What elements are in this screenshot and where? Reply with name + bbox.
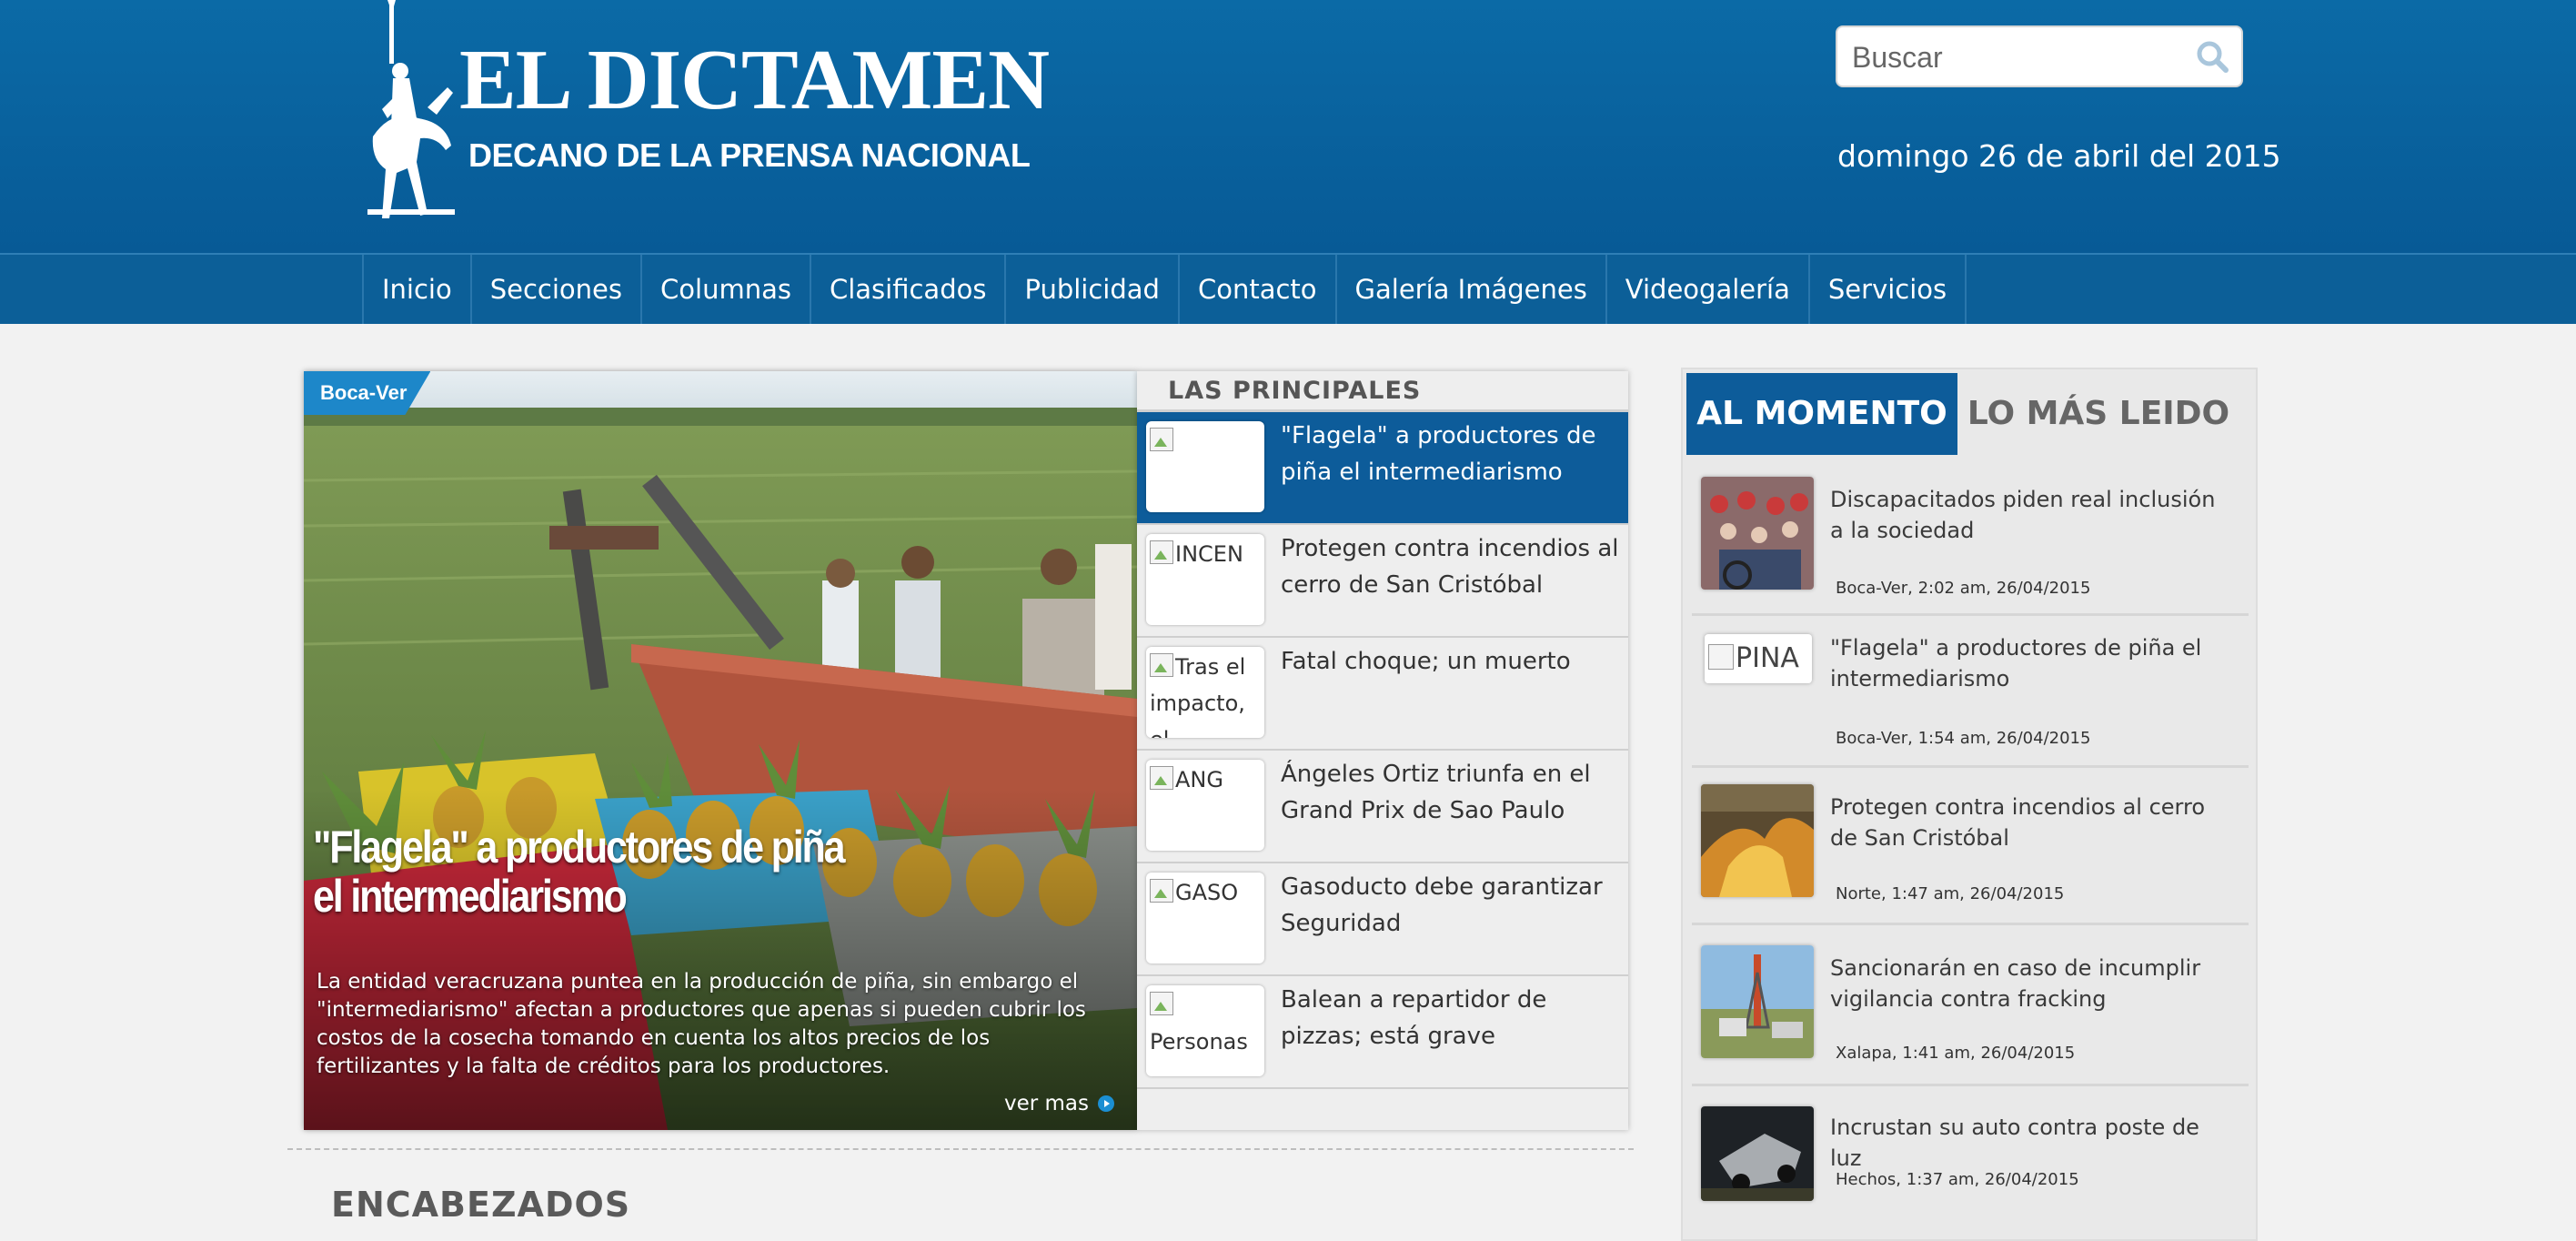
list-item[interactable]: ANG Ángeles Ortiz triunfa en el Grand Pr… [1137, 751, 1628, 863]
section-divider [287, 1148, 1634, 1150]
story-title: Fatal choque; un muerto [1281, 648, 1571, 675]
story-title: "Flagela" a productores de piña el inter… [1281, 422, 1596, 486]
list-item[interactable]: Sancionarán en caso de incumplir vigilan… [1692, 925, 2249, 1086]
read-more-link[interactable]: ver mas [1004, 1092, 1115, 1115]
list-item[interactable]: Incrustan su auto contra poste de luz He… [1692, 1086, 2249, 1214]
nav-item-galeria[interactable]: Galería Imágenes [1334, 255, 1605, 324]
news-thumbnail [1701, 945, 1814, 1058]
featured-story-description: La entidad veracruzana puntea en la prod… [317, 970, 1086, 1078]
broken-image-icon [1150, 653, 1173, 677]
story-title: Protegen contra incendios al cerro de Sa… [1281, 535, 1619, 599]
thumbnail-alt-text: GASO [1175, 880, 1239, 905]
nav-item-inicio[interactable]: Inicio [362, 255, 470, 324]
news-meta: Hechos, 1:37 am, 26/04/2015 [1836, 1170, 2079, 1189]
search-icon[interactable] [2196, 40, 2230, 79]
news-meta: Xalapa, 1:41 am, 26/04/2015 [1836, 1044, 2076, 1063]
story-thumbnail: Personas [1146, 985, 1264, 1076]
nav-item-secciones[interactable]: Secciones [469, 255, 640, 324]
nav-item-clasificados[interactable]: Clasificados [809, 255, 1005, 324]
site-header: EL DICTAMEN DECANO DE LA PRENSA NACIONAL… [0, 0, 2576, 253]
list-item[interactable]: Discapacitados piden real inclusión a la… [1692, 468, 2249, 616]
broken-image-icon [1150, 879, 1173, 903]
list-item[interactable]: Protegen contra incendios al cerro de Sa… [1692, 768, 2249, 925]
news-thumbnail [1701, 784, 1814, 897]
featured-story-title[interactable]: "Flagela" a productores de piña el inter… [313, 822, 860, 921]
thumbnail-alt-text: Personas [1150, 1029, 1248, 1054]
site-title: EL DICTAMEN [459, 33, 1050, 127]
latest-news-list: Discapacitados piden real inclusión a la… [1692, 468, 2249, 1214]
broken-image-icon [1150, 428, 1173, 451]
story-thumbnail: Tras el impacto, el [1146, 647, 1264, 738]
news-meta: Boca-Ver, 2:02 am, 26/04/2015 [1836, 579, 2091, 598]
list-item[interactable]: INCEN Protegen contra incendios al cerro… [1137, 525, 1628, 638]
search-box [1836, 25, 2243, 87]
thumbnail-alt-text: INCEN [1175, 541, 1243, 567]
list-item[interactable]: Tras el impacto, el Fatal choque; un mue… [1137, 638, 1628, 751]
thumbnail-alt-text: PINA [1736, 642, 1799, 674]
tab-lo-mas-leido[interactable]: LO MÁS LEIDO [1957, 373, 2239, 455]
news-meta: Boca-Ver, 1:54 am, 26/04/2015 [1836, 729, 2091, 748]
nav-item-publicidad[interactable]: Publicidad [1004, 255, 1177, 324]
nav-item-videogaleria[interactable]: Videogalería [1605, 255, 1808, 324]
broken-image-icon [1150, 540, 1173, 564]
headlines-heading: ENCABEZADOS [331, 1185, 631, 1225]
news-thumbnail: PINA [1705, 634, 1812, 683]
current-date: domingo 26 de abril del 2015 [1837, 138, 2281, 174]
news-meta: Norte, 1:47 am, 26/04/2015 [1836, 884, 2065, 903]
news-title: Incrustan su auto contra poste de luz [1830, 1115, 2199, 1171]
latest-news-sidebar: AL MOMENTO LO MÁS LEIDO Discapacitados p… [1681, 368, 2258, 1241]
thumbnail-alt-text: ANG [1175, 767, 1223, 792]
tab-al-momento[interactable]: AL MOMENTO [1686, 373, 1957, 455]
news-thumbnail [1701, 477, 1814, 590]
news-title: Sancionarán en caso de incumplir vigilan… [1830, 955, 2201, 1012]
nav-item-columnas[interactable]: Columnas [640, 255, 810, 324]
news-title: "Flagela" a productores de piña el inter… [1830, 635, 2202, 691]
search-input[interactable] [1850, 33, 2181, 82]
top-stories-heading: LAS PRINCIPALES [1168, 377, 1422, 405]
story-thumbnail: GASO [1146, 873, 1264, 964]
story-title: Gasoducto debe garantizar Seguridad [1281, 873, 1603, 937]
news-thumbnail [1701, 1106, 1814, 1201]
main-nav: Inicio Secciones Columnas Clasificados P… [0, 253, 2576, 324]
play-arrow-icon [1098, 1095, 1115, 1112]
nav-item-contacto[interactable]: Contacto [1177, 255, 1335, 324]
top-stories-list: "Flagela" a productores de piña el inter… [1137, 409, 1628, 1089]
site-subtitle: DECANO DE LA PRENSA NACIONAL [468, 136, 1031, 174]
broken-image-icon [1708, 644, 1734, 670]
list-item[interactable]: Personas Balean a repartidor de pizzas; … [1137, 976, 1628, 1089]
story-title: Ángeles Ortiz triunfa en el Grand Prix d… [1281, 761, 1591, 824]
story-thumbnail [1146, 421, 1264, 512]
quixote-logo-icon [367, 0, 455, 218]
broken-image-icon [1150, 992, 1173, 1015]
news-title: Protegen contra incendios al cerro de Sa… [1830, 794, 2205, 851]
featured-story[interactable]: Boca-Ver "Flagela" a productores de piña… [304, 371, 1137, 1130]
nav-item-servicios[interactable]: Servicios [1807, 255, 1967, 324]
list-item[interactable]: PINA "Flagela" a productores de piña el … [1692, 616, 2249, 768]
top-stories-panel: LAS PRINCIPALES "Flagela" a productores … [1137, 371, 1628, 1130]
story-thumbnail: INCEN [1146, 534, 1264, 625]
story-thumbnail: ANG [1146, 760, 1264, 851]
site-logo[interactable]: EL DICTAMEN DECANO DE LA PRENSA NACIONAL [364, 0, 1050, 227]
list-item[interactable]: GASO Gasoducto debe garantizar Seguridad [1137, 863, 1628, 976]
broken-image-icon [1150, 766, 1173, 790]
read-more-label: ver mas [1004, 1092, 1090, 1115]
list-item[interactable]: "Flagela" a productores de piña el inter… [1137, 412, 1628, 525]
news-title: Discapacitados piden real inclusión a la… [1830, 487, 2216, 543]
story-title: Balean a repartidor de pizzas; está grav… [1281, 986, 1547, 1050]
